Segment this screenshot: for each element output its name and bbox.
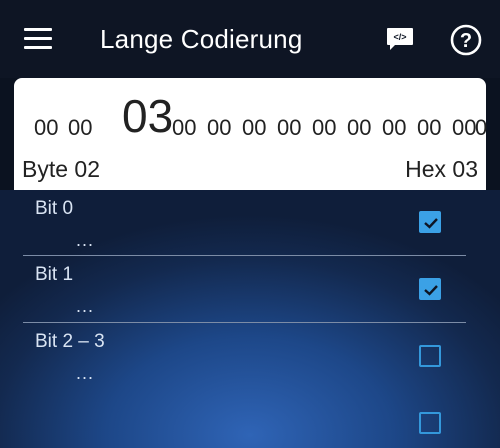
bit-checkbox[interactable] xyxy=(419,345,441,367)
byte-value[interactable]: 00 xyxy=(312,115,336,141)
coding-card: 00 00 03 00 00 00 00 00 00 00 00 00 0 By… xyxy=(14,78,487,190)
byte-value[interactable]: 00 xyxy=(382,115,406,141)
byte-value[interactable]: 00 xyxy=(242,115,266,141)
bit-checkbox[interactable] xyxy=(419,412,441,434)
byte-value[interactable]: 0 xyxy=(475,115,487,141)
byte-value[interactable]: 00 xyxy=(417,115,441,141)
code-view-icon[interactable]: </> xyxy=(386,27,414,51)
byte-value[interactable]: 00 xyxy=(277,115,301,141)
byte-value[interactable]: 00 xyxy=(68,115,92,141)
bit-value: ... xyxy=(76,363,95,383)
menu-icon[interactable] xyxy=(24,28,54,50)
selected-byte[interactable]: 03 xyxy=(122,89,173,143)
divider xyxy=(23,255,466,256)
bit-label: Bit 1 xyxy=(35,264,74,285)
byte-value[interactable]: 00 xyxy=(34,115,58,141)
byte-string: 00 00 03 00 00 00 00 00 00 00 00 00 0 xyxy=(34,90,490,142)
divider xyxy=(23,322,466,323)
svg-text:?: ? xyxy=(460,30,472,52)
bit-label: Bit 0 xyxy=(35,198,74,219)
page-title: Lange Codierung xyxy=(100,24,303,54)
help-icon[interactable]: ? xyxy=(450,24,482,56)
byte-index-label: Byte 02 xyxy=(22,156,100,182)
bit-checkbox[interactable] xyxy=(419,278,441,300)
app-bar: Lange Codierung </> ? xyxy=(0,0,500,78)
hex-value-label: Hex 03 xyxy=(405,156,478,182)
bit-value: ... xyxy=(76,230,95,250)
bit-list: Bit 0 ... Bit 1 ... Bit 2 – 3 ... xyxy=(0,190,500,448)
svg-text:</>: </> xyxy=(393,32,406,42)
bit-label: Bit 2 – 3 xyxy=(35,331,105,352)
byte-value[interactable]: 00 xyxy=(207,115,231,141)
byte-value[interactable]: 00 xyxy=(452,115,476,141)
byte-value[interactable]: 00 xyxy=(172,115,196,141)
byte-value[interactable]: 00 xyxy=(347,115,371,141)
bit-value: ... xyxy=(76,296,95,316)
bit-checkbox[interactable] xyxy=(419,211,441,233)
